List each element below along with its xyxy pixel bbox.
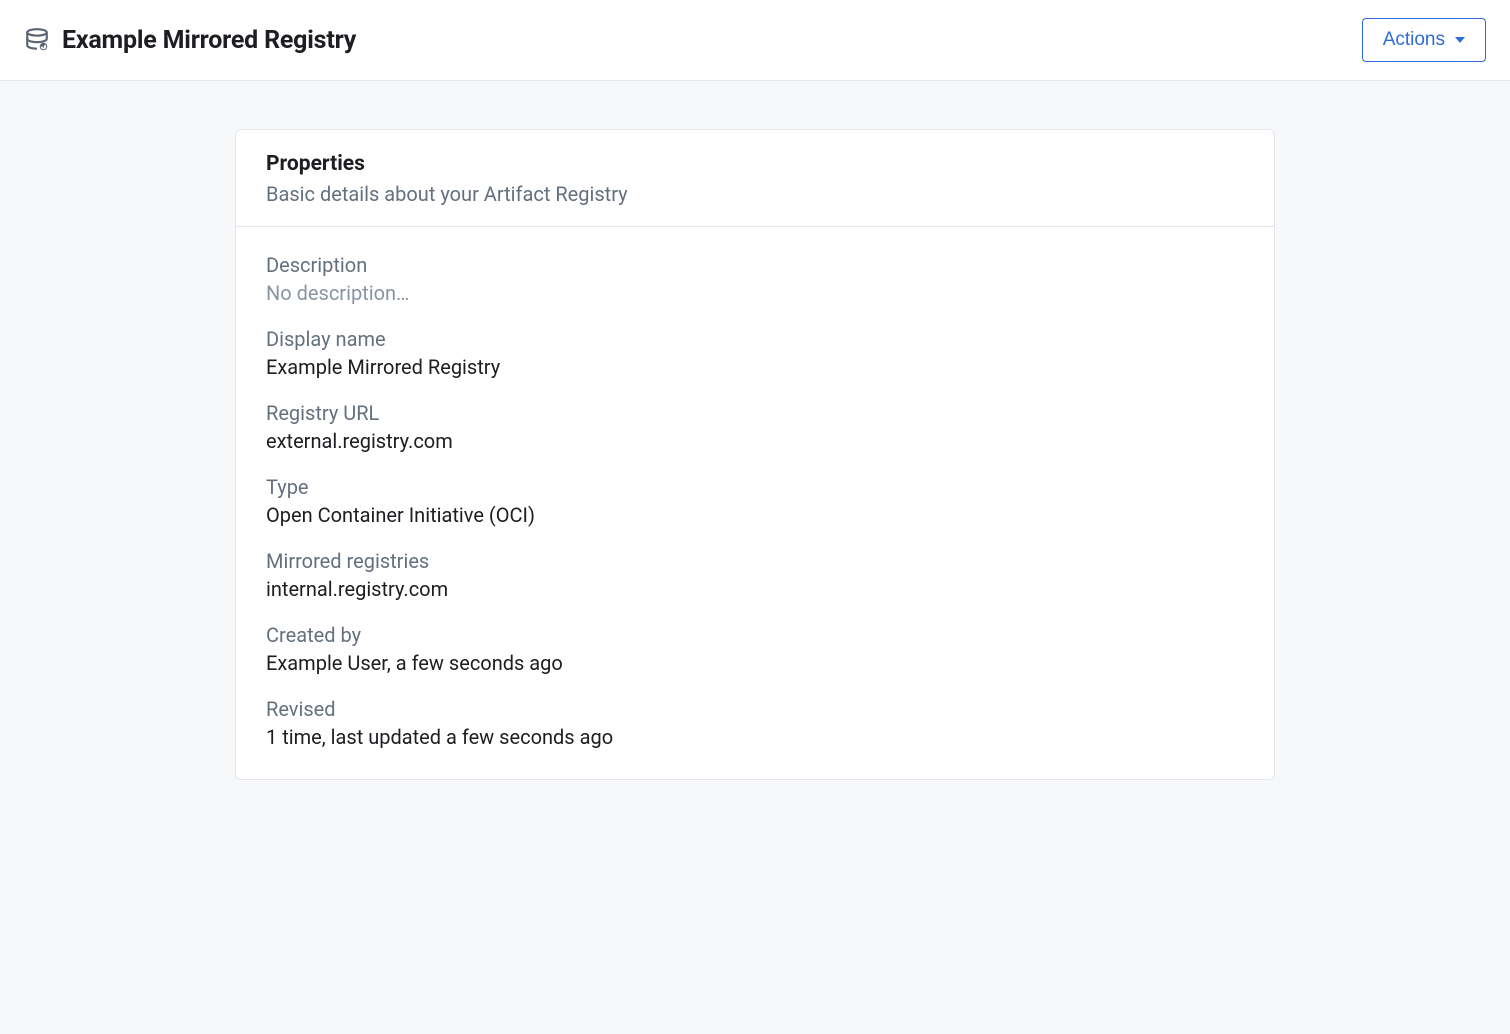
actions-button[interactable]: Actions xyxy=(1362,18,1486,62)
actions-button-label: Actions xyxy=(1383,29,1445,51)
content-area: Properties Basic details about your Arti… xyxy=(0,81,1510,820)
property-label: Description xyxy=(266,253,1244,277)
property-value: Example Mirrored Registry xyxy=(266,355,1244,379)
property-mirrored-registries: Mirrored registries internal.registry.co… xyxy=(266,549,1244,601)
property-label: Type xyxy=(266,475,1244,499)
property-description: Description No description… xyxy=(266,253,1244,305)
property-value: Open Container Initiative (OCI) xyxy=(266,503,1244,527)
page-header: Example Mirrored Registry Actions xyxy=(0,0,1510,81)
card-header: Properties Basic details about your Arti… xyxy=(236,130,1274,227)
card-body: Description No description… Display name… xyxy=(236,227,1274,779)
property-value: internal.registry.com xyxy=(266,577,1244,601)
chevron-down-icon xyxy=(1455,37,1465,43)
property-label: Revised xyxy=(266,697,1244,721)
property-label: Registry URL xyxy=(266,401,1244,425)
property-value: No description… xyxy=(266,281,1244,305)
property-label: Display name xyxy=(266,327,1244,351)
registry-icon xyxy=(24,27,50,53)
property-type: Type Open Container Initiative (OCI) xyxy=(266,475,1244,527)
property-revised: Revised 1 time, last updated a few secon… xyxy=(266,697,1244,749)
properties-card: Properties Basic details about your Arti… xyxy=(235,129,1275,780)
property-created-by: Created by Example User, a few seconds a… xyxy=(266,623,1244,675)
page-title: Example Mirrored Registry xyxy=(62,26,356,55)
property-value: 1 time, last updated a few seconds ago xyxy=(266,725,1244,749)
property-label: Created by xyxy=(266,623,1244,647)
card-subtitle: Basic details about your Artifact Regist… xyxy=(266,182,1244,206)
header-left: Example Mirrored Registry xyxy=(24,26,356,55)
card-title: Properties xyxy=(266,152,1244,176)
property-display-name: Display name Example Mirrored Registry xyxy=(266,327,1244,379)
property-value: external.registry.com xyxy=(266,429,1244,453)
property-registry-url: Registry URL external.registry.com xyxy=(266,401,1244,453)
property-label: Mirrored registries xyxy=(266,549,1244,573)
property-value: Example User, a few seconds ago xyxy=(266,651,1244,675)
